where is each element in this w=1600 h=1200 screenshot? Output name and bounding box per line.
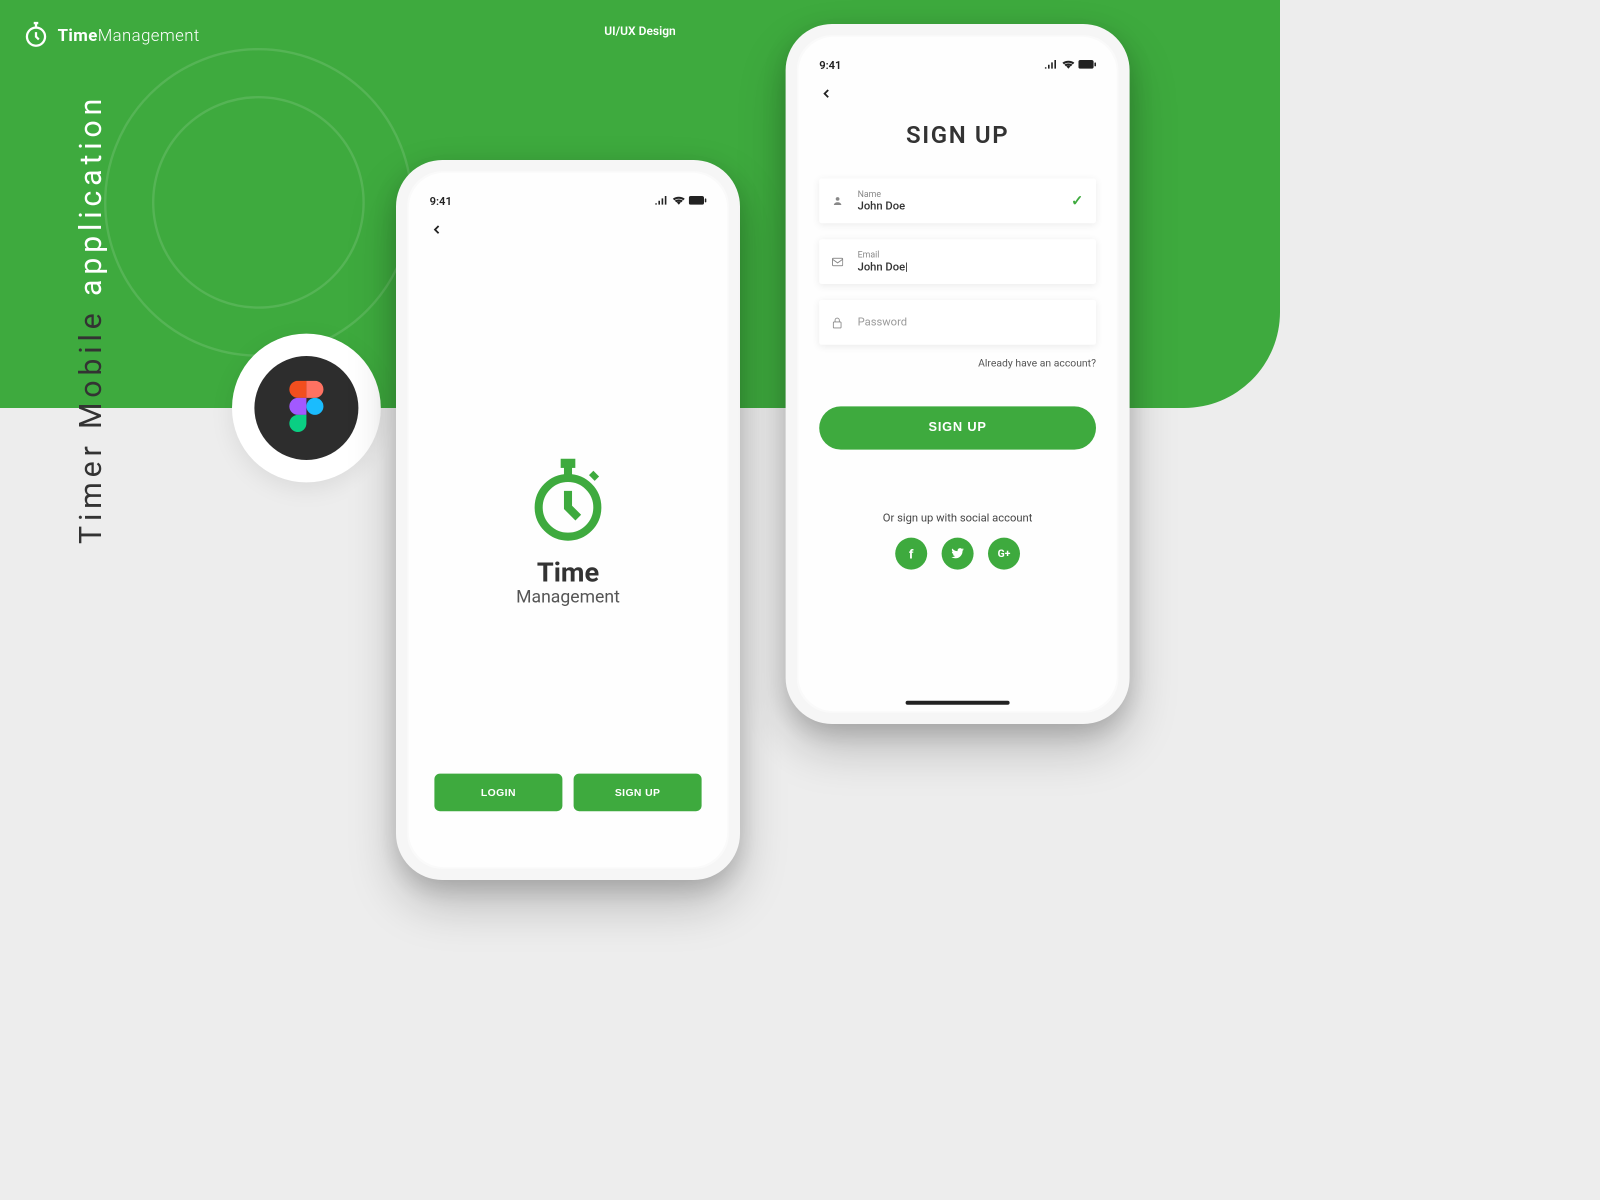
phone-mockup-signup: 9:41 SIGN UP Name Joh <box>786 24 1130 724</box>
app-title: Time <box>537 557 599 589</box>
battery-icon <box>689 195 707 208</box>
signup-submit-button[interactable]: SIGN UP <box>819 406 1096 449</box>
twitter-icon <box>951 546 964 561</box>
mail-icon <box>832 257 850 266</box>
twitter-button[interactable] <box>942 538 974 570</box>
side-title: Timer Mobile application <box>74 94 109 544</box>
figma-icon <box>289 381 324 435</box>
password-field[interactable]: Password <box>819 300 1096 345</box>
lock-icon <box>832 316 850 328</box>
status-time: 9:41 <box>819 59 841 72</box>
signal-icon <box>655 195 669 208</box>
stopwatch-icon <box>524 456 612 547</box>
name-value: John Doe <box>858 200 1072 213</box>
signal-icon <box>1045 59 1059 72</box>
name-field[interactable]: Name John Doe ✓ <box>819 178 1096 223</box>
google-plus-icon: G+ <box>998 548 1011 560</box>
wifi-icon <box>1062 59 1074 72</box>
google-plus-button[interactable]: G+ <box>988 538 1020 570</box>
signup-button[interactable]: SIGN UP <box>574 774 702 812</box>
password-placeholder: Password <box>858 316 1084 329</box>
figma-badge <box>232 334 381 483</box>
back-button[interactable] <box>430 219 449 241</box>
status-bar: 9:41 <box>430 195 707 208</box>
email-field[interactable]: Email John Doe| <box>819 239 1096 284</box>
wifi-icon <box>673 195 685 208</box>
battery-icon <box>1078 59 1096 72</box>
email-value: John Doe| <box>858 261 1084 274</box>
status-bar: 9:41 <box>819 59 1096 72</box>
already-account-link[interactable]: Already have an account? <box>819 358 1096 370</box>
home-indicator <box>906 701 1010 705</box>
check-icon: ✓ <box>1071 192 1083 209</box>
email-label: Email <box>858 250 1084 260</box>
login-button[interactable]: LOGIN <box>434 774 562 812</box>
facebook-button[interactable]: f <box>895 538 927 570</box>
app-subtitle: Management <box>516 587 620 607</box>
page-title: SIGN UP <box>819 122 1096 150</box>
facebook-icon: f <box>909 546 914 561</box>
name-label: Name <box>858 189 1072 199</box>
social-text: Or sign up with social account <box>819 512 1096 525</box>
phone-mockup-welcome: 9:41 <box>396 160 740 880</box>
back-button[interactable] <box>819 83 838 105</box>
user-icon <box>832 195 850 206</box>
status-time: 9:41 <box>430 195 452 208</box>
